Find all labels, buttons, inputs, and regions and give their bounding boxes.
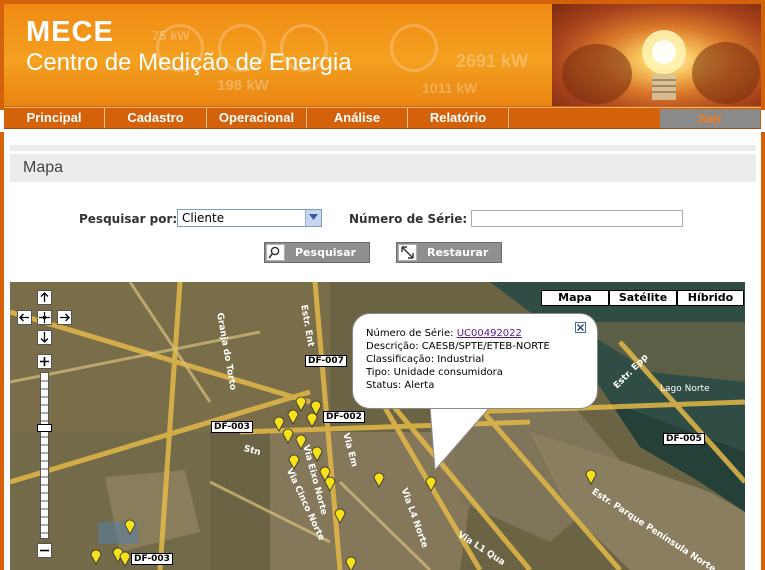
- serial-number-label: Número de Série:: [349, 212, 468, 226]
- highway-shield: DF-003: [131, 553, 173, 565]
- lightbulb-icon: [642, 30, 686, 100]
- search-by-label: Pesquisar por:: [79, 212, 178, 226]
- pan-center-button[interactable]: [37, 310, 52, 325]
- search-by-value: Cliente: [182, 211, 225, 225]
- bg-reading: 75 kW: [152, 28, 190, 43]
- nav-item-cadastro[interactable]: Cadastro: [105, 108, 207, 128]
- header-banner: 75 kW 198 kW 2691 kW 1011 kW MECE Centro…: [0, 0, 765, 110]
- place-label: Lago Norte: [660, 384, 710, 394]
- highway-shield: DF-002: [323, 411, 365, 423]
- map-type-map-button[interactable]: Mapa: [541, 290, 609, 306]
- popup-serial-label: Número de Série:: [366, 328, 454, 339]
- popup-type: Tipo: Unidade consumidora: [366, 367, 503, 378]
- popup-status: Status: Alerta: [366, 380, 435, 391]
- highway-shield: DF-005: [663, 433, 705, 445]
- map-type-hybrid-button[interactable]: Híbrido: [677, 290, 744, 306]
- chevron-down-icon[interactable]: [305, 210, 321, 226]
- header-inner: 75 kW 198 kW 2691 kW 1011 kW MECE Centro…: [4, 4, 761, 106]
- app-subtitle: Centro de Medição de Energia: [26, 49, 352, 76]
- map-type-satellite-button[interactable]: Satélite: [609, 290, 677, 306]
- reset-button[interactable]: Restaurar: [396, 242, 502, 263]
- resize-icon: [398, 244, 417, 261]
- nav-item-analise[interactable]: Análise: [307, 108, 408, 128]
- popup-serial-row: Número de Série: UC00492022: [366, 327, 597, 340]
- lightbulb-hands-image: [552, 4, 761, 106]
- pan-down-button[interactable]: [37, 330, 52, 345]
- reset-button-label: Restaurar: [427, 246, 489, 259]
- bg-reading: 2691 kW: [456, 51, 529, 71]
- popup-serial-link[interactable]: UC00492022: [457, 328, 522, 339]
- highway-shield: DF-003: [211, 421, 253, 433]
- zoom-slider-handle[interactable]: [37, 424, 52, 432]
- search-by-select[interactable]: Cliente: [177, 209, 322, 227]
- app-title: MECE: [26, 16, 114, 48]
- nav-item-relatorio[interactable]: Relatório: [408, 108, 509, 128]
- info-popup: Número de Série: UC00492022 Descrição: C…: [352, 313, 598, 409]
- bg-reading: 1011 kW: [422, 80, 478, 96]
- pan-right-button[interactable]: [57, 310, 72, 325]
- search-button[interactable]: Pesquisar: [264, 242, 370, 263]
- popup-classification: Classificação: Industrial: [366, 354, 485, 365]
- pan-left-button[interactable]: [17, 310, 32, 325]
- zoom-out-button[interactable]: [37, 543, 52, 558]
- zoom-in-button[interactable]: [37, 354, 52, 369]
- title-divider: [10, 145, 756, 151]
- search-button-label: Pesquisar: [295, 246, 356, 259]
- logout-button[interactable]: Sair: [660, 109, 760, 128]
- gauge-graphic: [390, 24, 438, 72]
- zoom-slider-track[interactable]: [40, 372, 49, 539]
- nav-item-principal[interactable]: Principal: [4, 108, 105, 128]
- highway-shield: DF-007: [305, 355, 347, 367]
- main-nav: Principal Cadastro Operacional Análise R…: [4, 107, 761, 129]
- zoom-slider-ticks: [41, 380, 48, 534]
- search-icon: [266, 244, 285, 261]
- info-bubble-tail: [430, 405, 492, 472]
- pan-up-button[interactable]: [37, 290, 52, 305]
- bg-reading: 198 kW: [217, 77, 269, 94]
- nav-item-operacional[interactable]: Operacional: [207, 108, 307, 128]
- serial-number-input[interactable]: [471, 210, 683, 227]
- popup-description: Descrição: CAESB/SPTE/ETEB-NORTE: [366, 341, 550, 352]
- close-icon[interactable]: [575, 322, 586, 333]
- page-title: Mapa: [10, 154, 756, 182]
